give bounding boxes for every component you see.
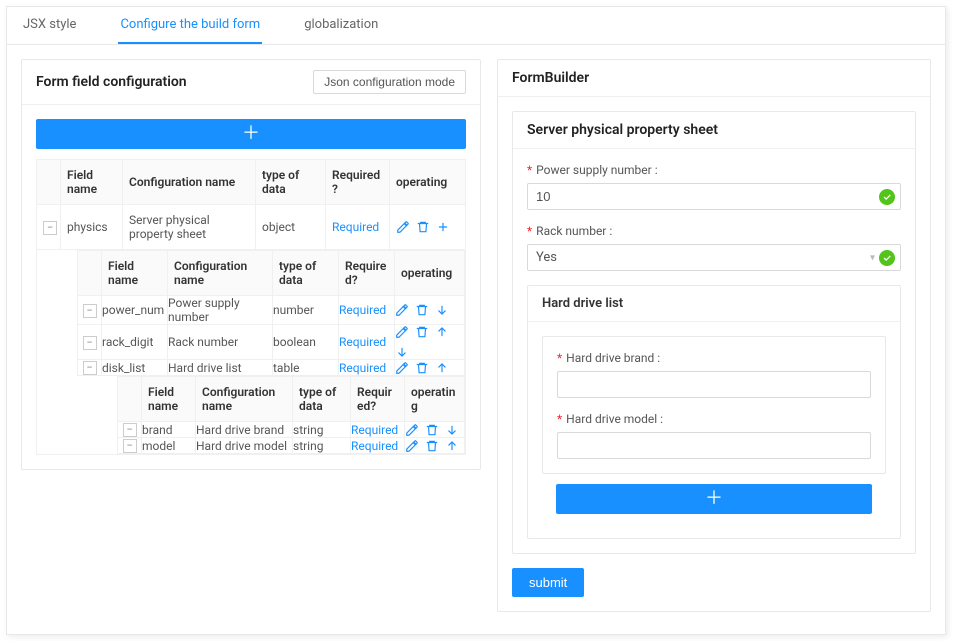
required-toggle[interactable]: Required [339,303,386,317]
collapse-icon[interactable]: − [43,221,57,235]
down-icon[interactable] [445,423,459,437]
power-supply-input[interactable] [527,183,901,210]
rack-label: Rack number : [536,224,612,238]
delete-icon[interactable] [415,361,429,375]
cell-type: number [273,296,339,325]
edit-icon[interactable] [405,439,419,453]
app-root: JSX style Configure the build form globa… [6,6,946,635]
form-field-config-panel: Form field configuration Json configurat… [21,59,481,470]
delete-icon[interactable] [415,325,429,339]
cell-config: Hard drive list [168,360,273,376]
rack-number-select[interactable]: Yes [527,244,901,271]
cell-config: Server physical property sheet [123,205,256,250]
collapse-icon[interactable]: − [83,304,97,318]
add-hard-drive-button[interactable]: ＋ [556,484,872,514]
edit-icon[interactable] [396,220,410,234]
table-row: −rack_digitRack numberbooleanRequired [78,325,465,360]
brand-label: Hard drive brand : [566,351,660,365]
collapse-icon[interactable]: − [123,423,137,437]
valid-check-icon [879,250,895,266]
edit-icon[interactable] [395,303,409,317]
required-star: * [527,163,532,177]
collapse-icon[interactable]: − [83,336,97,350]
submit-button[interactable]: submit [512,568,584,597]
card-title: Server physical property sheet [513,112,915,149]
level2-table: Field name Configuration name type of da… [77,250,465,376]
th-required: Required? [326,160,390,205]
delete-icon[interactable] [416,220,430,234]
required-toggle[interactable]: Required [339,361,386,375]
cell-type: string [293,422,351,438]
property-sheet-card: Server physical property sheet * Power su… [512,111,916,554]
card-title: Hard drive list [528,286,900,322]
required-star: * [557,351,562,365]
cell-field: physics [61,205,123,250]
collapse-icon[interactable]: − [83,361,97,375]
level3-table: Field name Configuration name type of da… [117,376,465,454]
th-operating: operating [390,160,466,205]
valid-check-icon [879,189,895,205]
cell-field: disk_list [102,360,168,376]
down-icon[interactable] [395,345,409,359]
cell-type: string [293,438,351,454]
cell-config: Rack number [168,325,273,360]
cell-config: Power supply number [168,296,273,325]
json-config-mode-button[interactable]: Json configuration mode [313,70,466,94]
delete-icon[interactable] [425,439,439,453]
collapse-icon[interactable]: − [123,439,137,453]
required-toggle[interactable]: Required [351,423,398,437]
tab-jsx-style[interactable]: JSX style [21,7,78,44]
edit-icon[interactable] [395,361,409,375]
th-field-name: Field name [61,160,123,205]
th-type: type of data [256,160,326,205]
tabs: JSX style Configure the build form globa… [7,7,945,45]
model-label: Hard drive model : [566,412,663,426]
add-child-icon[interactable] [436,220,450,234]
required-toggle[interactable]: Required [351,439,398,453]
edit-icon[interactable] [405,423,419,437]
panel-title: FormBuilder [512,70,589,86]
cell-config: Hard drive model [196,438,293,454]
table-row: − physics Server physical property sheet… [37,205,466,250]
up-icon[interactable] [435,361,449,375]
table-row: −modelHard drive modelstringRequired [118,438,465,454]
panel-title: Form field configuration [36,74,187,90]
power-label: Power supply number : [536,163,657,177]
cell-type: table [273,360,339,376]
down-icon[interactable] [435,303,449,317]
cell-type: object [256,205,326,250]
up-icon[interactable] [435,325,449,339]
cell-type: boolean [273,325,339,360]
required-toggle[interactable]: Required [332,220,379,234]
tab-globalization[interactable]: globalization [302,7,380,44]
hard-drive-model-input[interactable] [557,432,871,459]
table-row: −power_numPower supply numbernumberRequi… [78,296,465,325]
tab-configure-build-form[interactable]: Configure the build form [118,7,262,44]
edit-icon[interactable] [395,325,409,339]
root-table: Field name Configuration name type of da… [36,159,466,455]
table-row: −disk_listHard drive listtableRequired [78,360,465,376]
up-icon[interactable] [445,439,459,453]
hard-drive-list-card: Hard drive list * Hard drive brand : * Har… [527,285,901,539]
th-config-name: Configuration name [123,160,256,205]
formbuilder-panel: FormBuilder Server physical property she… [497,59,931,612]
cell-field: power_num [102,296,168,325]
hard-drive-brand-input[interactable] [557,371,871,398]
required-star: * [557,412,562,426]
cell-field: model [142,438,196,454]
add-row-button[interactable]: ＋ [36,119,466,149]
required-toggle[interactable]: Required [339,335,386,349]
table-row: −brandHard drive brandstringRequired [118,422,465,438]
cell-field: brand [142,422,196,438]
delete-icon[interactable] [415,303,429,317]
required-star: * [527,224,532,238]
delete-icon[interactable] [425,423,439,437]
cell-config: Hard drive brand [196,422,293,438]
cell-field: rack_digit [102,325,168,360]
